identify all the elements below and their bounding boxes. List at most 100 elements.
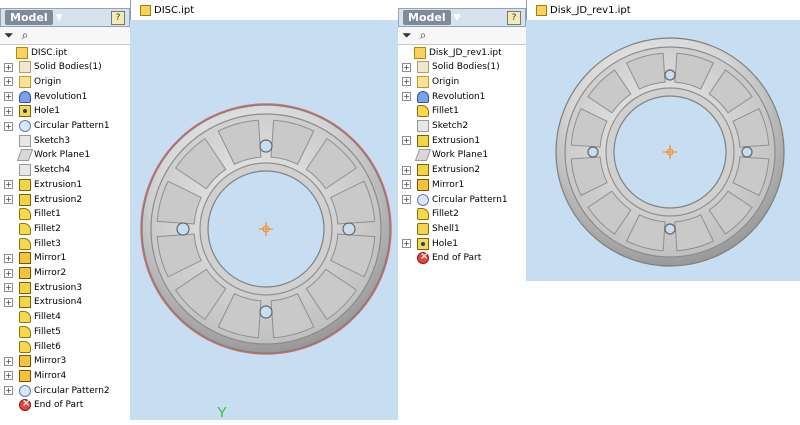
tree-item[interactable]: + Circular Pattern1 [0, 119, 110, 134]
expand-icon[interactable]: + [402, 77, 411, 87]
tree-item-label: Revolution1 [432, 91, 486, 102]
left-model-dropdown-icon[interactable]: ▼ [56, 13, 63, 23]
fillet-icon [19, 340, 31, 353]
tree-item[interactable]: + Circular Pattern2 [0, 383, 110, 398]
left-viewport[interactable]: Y [130, 20, 398, 421]
fillet-icon [417, 208, 429, 221]
tree-item[interactable]: + Solid Bodies(1) [398, 60, 500, 75]
right-help-icon[interactable]: ? [507, 10, 521, 25]
expand-icon[interactable]: + [4, 386, 13, 396]
right-model-dropdown-icon[interactable]: ▼ [454, 13, 461, 23]
bolt-hole [342, 222, 356, 236]
tree-item-label: Revolution1 [34, 91, 88, 102]
mirror-icon [19, 369, 31, 382]
tree-item[interactable]: + Extrusion1 [0, 177, 82, 192]
bolt-hole [259, 305, 273, 319]
expand-icon[interactable]: + [402, 180, 411, 190]
tree-item[interactable]: + Revolution1 [0, 89, 87, 104]
expand-icon[interactable]: + [4, 92, 13, 102]
expand-icon[interactable]: + [4, 77, 13, 87]
tree-item[interactable]: DISC.ipt [0, 45, 67, 60]
tree-item-label: Extrusion2 [432, 165, 481, 176]
tree-item[interactable]: + Mirror1 [398, 177, 464, 192]
tree-item[interactable]: Fillet6 [0, 339, 61, 354]
tree-item[interactable]: Sketch2 [398, 119, 468, 134]
expand-icon[interactable]: + [4, 297, 13, 307]
tree-item[interactable]: Fillet3 [0, 236, 61, 251]
tree-item[interactable]: + Hole1 [0, 104, 60, 119]
expand-icon[interactable]: + [4, 268, 13, 278]
expand-icon[interactable]: + [402, 62, 411, 72]
right-filter-icon[interactable]: ⏷ [402, 28, 412, 43]
tree-item[interactable]: + Extrusion3 [0, 280, 82, 295]
tree-item[interactable]: + Solid Bodies(1) [0, 60, 102, 75]
tree-item[interactable]: Fillet1 [398, 104, 459, 119]
tree-item[interactable]: Fillet1 [0, 207, 61, 222]
tree-item[interactable]: Shell1 [398, 221, 460, 236]
tree-item[interactable]: Work Plane1 [0, 148, 90, 163]
expand-icon[interactable]: + [4, 356, 13, 366]
tree-item[interactable]: + Extrusion1 [398, 133, 480, 148]
expand-icon[interactable]: + [4, 180, 13, 190]
tree-item[interactable]: + Extrusion2 [0, 192, 82, 207]
tree-item-label: Sketch3 [34, 135, 71, 146]
tree-item[interactable]: + Mirror2 [0, 266, 66, 281]
tree-item[interactable]: Fillet2 [0, 221, 61, 236]
right-document: Disk_JD_rev1.ipt [526, 0, 800, 281]
revolution-icon [19, 90, 31, 103]
expand-icon[interactable]: + [402, 195, 411, 204]
expand-icon[interactable]: + [402, 165, 411, 175]
expand-icon[interactable]: + [4, 62, 13, 72]
tree-item[interactable]: + Extrusion2 [398, 163, 480, 178]
bolt-hole [176, 222, 190, 236]
tree-item[interactable]: + Revolution1 [398, 89, 485, 104]
tree-item[interactable]: Work Plane1 [398, 148, 488, 163]
expand-icon[interactable]: + [4, 195, 13, 204]
tree-item[interactable]: Fillet2 [398, 207, 459, 222]
expand-icon[interactable]: + [402, 136, 411, 146]
expand-icon[interactable]: + [4, 371, 13, 381]
tree-item[interactable]: End of Part [398, 251, 481, 266]
tree-item[interactable]: + Mirror4 [0, 368, 66, 383]
right-find-icon[interactable]: ⌕ [420, 28, 427, 43]
right-viewport[interactable] [526, 20, 800, 281]
left-document-tab[interactable]: DISC.ipt [140, 0, 194, 20]
tree-item[interactable]: Disk_JD_rev1.ipt [398, 45, 502, 60]
mirror-icon [417, 178, 429, 191]
expand-icon[interactable]: + [4, 253, 13, 263]
left-help-icon[interactable]: ? [111, 10, 125, 25]
tree-item[interactable]: + Extrusion4 [0, 295, 82, 310]
fillet-icon [19, 325, 31, 338]
tree-item[interactable]: Fillet5 [0, 324, 61, 339]
right-document-tab[interactable]: Disk_JD_rev1.ipt [536, 0, 631, 20]
expand-icon[interactable]: + [4, 283, 13, 293]
expand-icon[interactable]: + [402, 239, 411, 249]
body-icon [19, 61, 31, 74]
tree-item-label: Origin [432, 76, 460, 87]
tree-item[interactable]: Fillet4 [0, 310, 61, 325]
tree-item[interactable]: + Mirror3 [0, 354, 66, 369]
tree-item[interactable]: + Circular Pattern1 [398, 192, 508, 207]
mirror-icon [19, 252, 31, 265]
tree-item[interactable]: + Origin [0, 74, 61, 89]
fillet-icon [19, 222, 31, 235]
tree-item[interactable]: + Origin [398, 74, 459, 89]
tree-item-label: Disk_JD_rev1.ipt [429, 47, 502, 58]
expand-icon[interactable]: + [402, 92, 411, 102]
right-model-title[interactable]: Model [403, 10, 451, 25]
tree-item[interactable]: + Mirror1 [0, 251, 66, 266]
left-find-icon[interactable]: ⌕ [22, 28, 29, 43]
expand-icon[interactable]: + [4, 121, 13, 131]
left-model-tree: DISC.ipt + Solid Bodies(1) + Origin + Revoluti… [0, 45, 130, 425]
tree-item[interactable]: Sketch4 [0, 163, 70, 178]
tree-item[interactable]: + Hole1 [398, 236, 458, 251]
left-filter-icon[interactable]: ⏷ [4, 28, 14, 43]
tree-item[interactable]: Sketch3 [0, 133, 70, 148]
expand-icon[interactable]: + [4, 106, 13, 116]
tree-item[interactable]: End of Part [0, 398, 83, 413]
left-model-title[interactable]: Model [5, 10, 53, 25]
tree-item-label: End of Part [432, 253, 482, 264]
